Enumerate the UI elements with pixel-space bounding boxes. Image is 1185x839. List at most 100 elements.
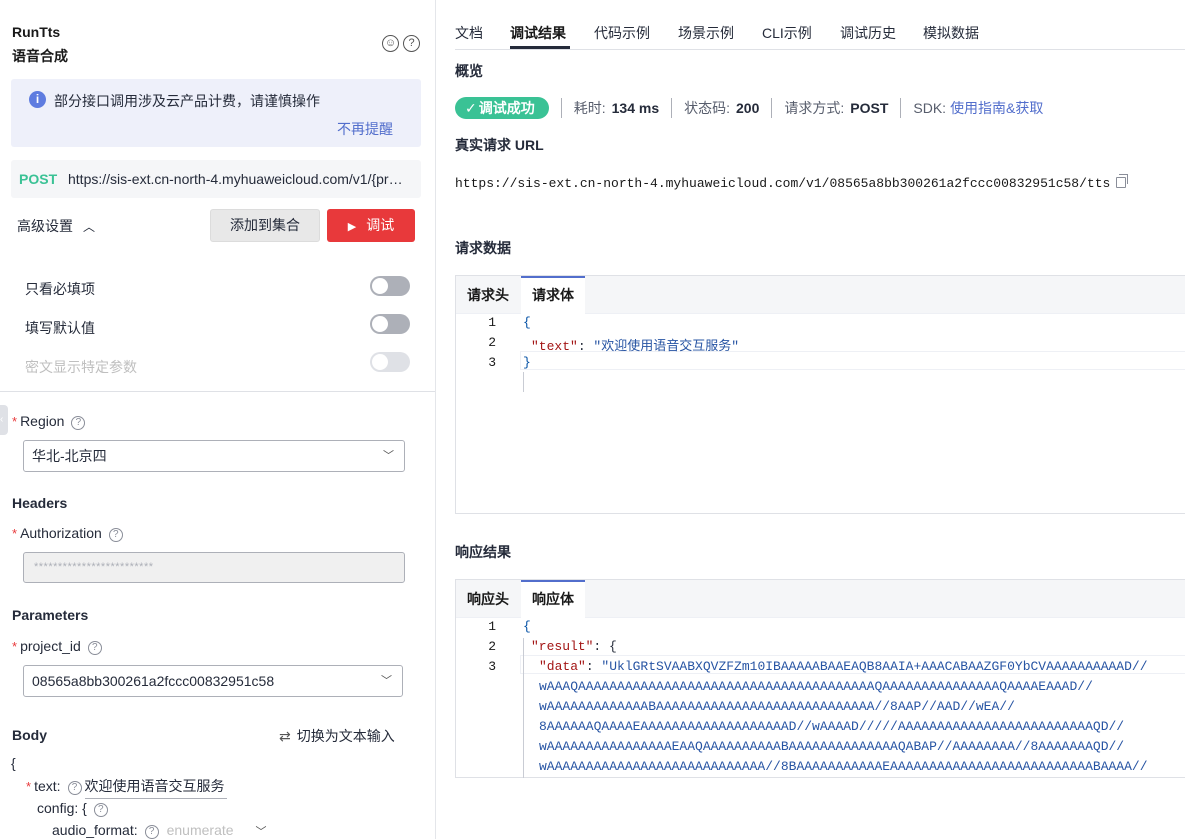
- toggle-label-fill-default: 填写默认值: [25, 320, 95, 336]
- tab-response-body[interactable]: 响应体: [521, 580, 585, 618]
- authorization-input: *************************: [23, 552, 405, 583]
- required-only-switch[interactable]: [370, 276, 410, 296]
- code-line: wAAAAAAAAAAAAAAAAAAAAAAAAAAAA//8BAAAAAAA…: [539, 759, 1148, 774]
- smile-icon[interactable]: ☺: [382, 35, 399, 52]
- code-line: wAAAQAAAAAAAAAAAAAAAAAAAAAAAAAAAAAAAAAAA…: [539, 679, 1093, 694]
- response-code-box: 响应头 响应体 1 { 2 "result": { 3 "data": "Ukl…: [455, 579, 1185, 778]
- code-line: wAAAAAAAAAAAAAAAAEAAQAAAAAAAAAABAAAAAAAA…: [539, 739, 1125, 754]
- code-line: {: [523, 315, 531, 330]
- chevron-down-icon: ﹀: [383, 450, 394, 462]
- tab-response-headers[interactable]: 响应头: [456, 580, 520, 618]
- debug-button[interactable]: ▶ 调试: [327, 209, 415, 242]
- collapse-handle[interactable]: ‹: [0, 405, 8, 435]
- tab-mock-data[interactable]: 模拟数据: [923, 23, 979, 43]
- notice-message: 部分接口调用涉及云产品计费，请谨慎操作: [54, 93, 320, 109]
- response-title: 响应结果: [455, 544, 511, 560]
- help-icon[interactable]: ?: [403, 35, 420, 52]
- tab-docs[interactable]: 文档: [455, 23, 483, 43]
- help-icon[interactable]: ?: [71, 416, 86, 430]
- divider: [0, 391, 435, 392]
- tab-scenario-example[interactable]: 场景示例: [678, 23, 734, 43]
- result-tabs: 文档 调试结果 代码示例 场景示例 CLI示例 调试历史 模拟数据: [455, 0, 1185, 50]
- chevron-up-icon: ︿: [83, 220, 96, 234]
- method-label: 请求方式:: [784, 100, 845, 116]
- toggle-label-cipher: 密文显示特定参数: [25, 359, 137, 375]
- body-text-field: * text:? 欢迎使用语音交互服务: [26, 776, 227, 799]
- body-title: Body: [12, 727, 47, 743]
- line-number: 3: [488, 659, 496, 674]
- code-line: "data": "UklGRtSVAABXQVZFZm10IBAAAAABAAE…: [539, 659, 1148, 674]
- status-code-label: 状态码:: [684, 100, 730, 116]
- help-icon[interactable]: ?: [144, 825, 159, 839]
- request-code-tabs: 请求头 请求体: [456, 276, 1185, 314]
- code-line: wAAAAAAAAAAAAABAAAAAAAAAAAAAAAAAAAAAAAAA…: [539, 699, 1015, 714]
- time-label: 耗时:: [573, 100, 606, 116]
- request-data-title: 请求数据: [455, 240, 511, 256]
- chevron-down-icon: ﹀: [381, 675, 392, 687]
- project-id-label: * project_id?: [12, 638, 102, 655]
- project-id-select[interactable]: 08565a8bb300261a2fccc00832951c58 ﹀: [23, 665, 403, 697]
- overview-title: 概览: [455, 63, 483, 79]
- help-icon[interactable]: ?: [93, 803, 108, 817]
- region-select[interactable]: 华北-北京四 ﹀: [23, 440, 405, 472]
- response-code-tabs: 响应头 响应体: [456, 580, 1185, 618]
- line-number: 2: [488, 335, 496, 350]
- fill-default-switch[interactable]: [370, 314, 410, 334]
- check-icon: ✓: [465, 100, 477, 116]
- tab-request-headers[interactable]: 请求头: [456, 276, 520, 314]
- code-line: "result": {: [531, 639, 617, 654]
- real-url-title: 真实请求 URL: [455, 137, 544, 153]
- help-icon[interactable]: ?: [108, 528, 123, 542]
- add-to-collection-button[interactable]: 添加到集合: [210, 209, 320, 242]
- region-label: * Region?: [12, 413, 86, 430]
- line-number: 1: [488, 315, 496, 330]
- line-number: 1: [488, 619, 496, 634]
- chevron-down-icon: ﹀: [255, 826, 267, 838]
- left-panel: RunTts 语音合成 ☺ ? i 部分接口调用涉及云产品计费，请谨慎操作 不再…: [0, 0, 436, 839]
- sdk-label: SDK:: [913, 100, 947, 116]
- copy-icon[interactable]: [1116, 174, 1129, 188]
- status-badge: ✓ 调试成功: [455, 97, 549, 119]
- project-id-value: 08565a8bb300261a2fccc00832951c58: [32, 673, 275, 689]
- switch-text-input-button[interactable]: ⇄ 切换为文本输入: [279, 726, 395, 746]
- body-audio-format-field: audio_format:? enumerate ﹀: [52, 822, 267, 839]
- request-url: https://sis-ext.cn-north-4.myhuaweicloud…: [68, 171, 410, 187]
- api-description: 语音合成: [12, 48, 68, 64]
- active-tab-indicator: [510, 46, 570, 49]
- parameters-title: Parameters: [12, 607, 89, 623]
- api-name: RunTts: [12, 24, 61, 40]
- line-number: 2: [488, 639, 496, 654]
- tab-request-body[interactable]: 请求体: [521, 276, 585, 314]
- help-icon[interactable]: ?: [87, 641, 102, 655]
- tab-code-example[interactable]: 代码示例: [594, 23, 650, 43]
- authorization-label: * Authorization?: [12, 525, 123, 542]
- debug-label: 调试: [366, 217, 395, 233]
- cipher-display-switch: [370, 352, 410, 372]
- http-method: POST: [19, 171, 58, 187]
- headers-title: Headers: [12, 495, 68, 511]
- dismiss-link[interactable]: 不再提醒: [337, 119, 393, 139]
- body-open-brace: {: [11, 755, 16, 771]
- status-code-value: 200: [736, 100, 760, 116]
- tab-cli-example[interactable]: CLI示例: [762, 23, 812, 43]
- info-icon: i: [29, 91, 46, 108]
- toggle-label-required-only: 只看必填项: [25, 281, 95, 297]
- header-icons: ☺ ?: [382, 35, 420, 52]
- sdk-link[interactable]: 使用指南&获取: [950, 98, 1043, 118]
- right-panel: 文档 调试结果 代码示例 场景示例 CLI示例 调试历史 模拟数据 概览 ✓ 调试…: [437, 0, 1185, 839]
- code-line: 8AAAAAAQAAAAEAAAAAAAAAAAAAAAAAAAD//wAAAA…: [539, 719, 1125, 734]
- code-line: {: [523, 619, 531, 634]
- help-icon[interactable]: ?: [67, 781, 82, 795]
- body-text-input[interactable]: 欢迎使用语音交互服务: [84, 776, 227, 799]
- tab-debug-result[interactable]: 调试结果: [510, 23, 566, 43]
- advanced-settings-toggle[interactable]: 高级设置 ︿: [17, 216, 95, 236]
- method-value: POST: [850, 100, 889, 116]
- billing-notice: i 部分接口调用涉及云产品计费，请谨慎操作 不再提醒: [11, 79, 421, 147]
- region-value: 华北-北京四: [32, 448, 107, 464]
- advanced-settings-label: 高级设置: [17, 218, 73, 234]
- tab-debug-history[interactable]: 调试历史: [840, 23, 896, 43]
- audio-format-select[interactable]: enumerate: [167, 822, 234, 838]
- line-number: 3: [488, 355, 496, 370]
- play-icon: ▶: [347, 221, 357, 233]
- real-request-url: https://sis-ext.cn-north-4.myhuaweicloud…: [455, 174, 1129, 191]
